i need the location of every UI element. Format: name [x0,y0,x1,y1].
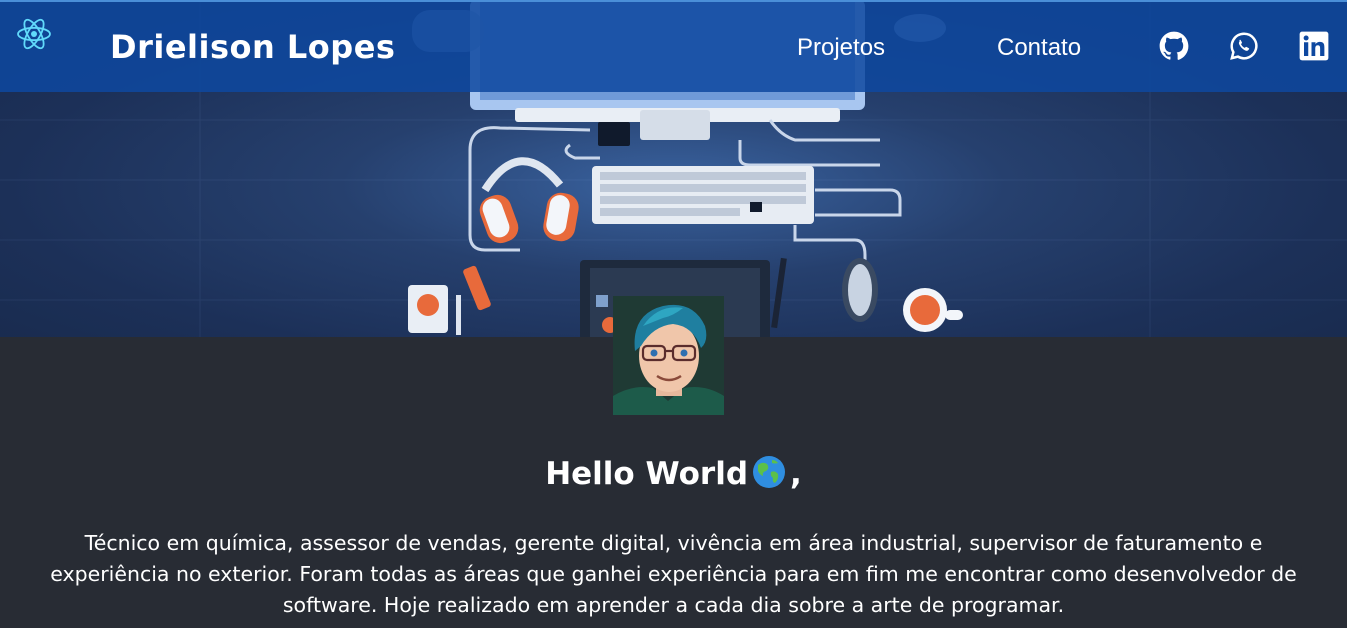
bio-paragraph: Técnico em química, assessor de vendas, … [50,531,1297,617]
nav-link-projetos[interactable]: Projetos [797,34,885,62]
profile-avatar [613,296,724,415]
whatsapp-icon[interactable] [1229,31,1259,61]
linkedin-icon[interactable] [1299,31,1329,61]
greeting-heading: Hello World , [0,455,1347,492]
greeting-text: Hello World [545,456,749,492]
greeting-suffix: , [790,456,802,492]
react-logo-icon[interactable] [16,16,52,52]
site-header: Drielison Lopes Projetos Contato [0,0,1347,92]
brand-title[interactable]: Drielison Lopes [110,28,395,66]
globe-emoji-icon [752,455,786,489]
nav-link-contato[interactable]: Contato [997,34,1081,62]
github-icon[interactable] [1159,31,1189,61]
